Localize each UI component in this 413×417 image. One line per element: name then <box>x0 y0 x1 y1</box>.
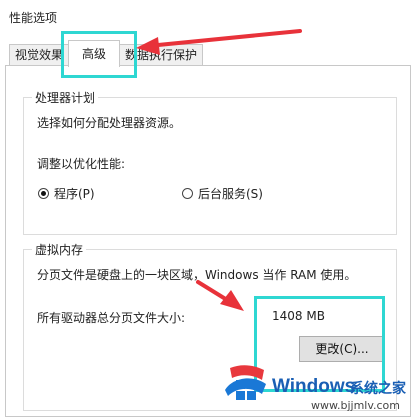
arrow-to-advanced-tab <box>136 29 302 55</box>
watermark-url: www.bjjmlv.com <box>311 399 400 412</box>
windows-logo-icon <box>225 365 266 400</box>
watermark-brand: Windows <box>272 376 356 397</box>
arrow-to-paging-size <box>196 280 244 311</box>
watermark-site-name: 系统之家 <box>350 381 406 397</box>
annotation-arrows <box>136 29 302 311</box>
